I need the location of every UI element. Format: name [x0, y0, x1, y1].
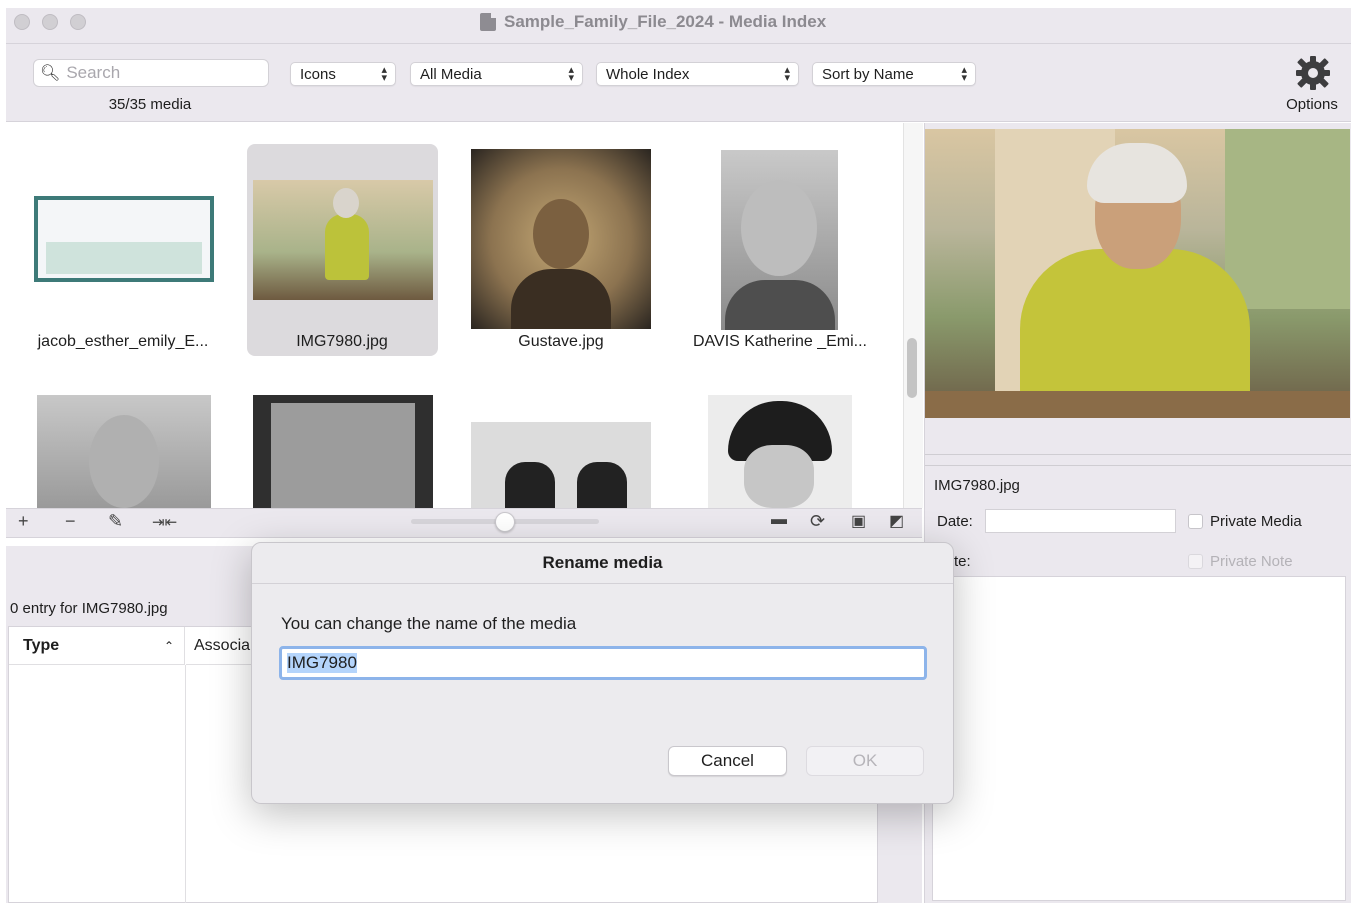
thumbnail-label: IMG7980.jpg	[296, 333, 388, 350]
chevron-updown-icon: ▴ ▾	[381, 64, 387, 84]
note-field[interactable]	[932, 576, 1346, 901]
chevron-updown-icon: ▴ ▾	[784, 64, 790, 84]
zoom-window-button[interactable]	[70, 14, 86, 30]
options-label: Options	[1286, 96, 1338, 113]
zoom-slider-knob[interactable]	[495, 512, 515, 532]
view-mode-select[interactable]: Icons ▴ ▾	[290, 62, 396, 86]
media-thumbnail-two-men[interactable]	[471, 422, 651, 508]
add-icon[interactable]: +	[18, 511, 29, 532]
private-media-label: Private Media	[1210, 513, 1302, 530]
cancel-button[interactable]: Cancel	[668, 746, 787, 776]
media-thumbnail-young-woman[interactable]	[708, 395, 852, 508]
media-count: 35/35 media	[108, 96, 192, 113]
selected-filename: IMG7980.jpg	[934, 477, 1020, 494]
media-filter-select[interactable]: All Media ▴ ▾	[410, 62, 583, 86]
dialog-title: Rename media	[542, 553, 663, 572]
document-icon	[480, 13, 496, 31]
private-media-checkbox[interactable]	[1188, 514, 1203, 529]
search-input[interactable]: 🔍︎ Search	[33, 59, 269, 87]
pencil-icon[interactable]: ✎	[108, 511, 123, 532]
sort-ascending-icon: ⌃	[163, 638, 174, 653]
media-thumbnail-davis[interactable]	[721, 150, 838, 330]
date-label: Date:	[937, 513, 973, 530]
view-mode-value: Icons	[300, 65, 336, 83]
media-thumbnail-gustave[interactable]	[471, 149, 651, 329]
media-preview	[925, 129, 1350, 418]
grid-scroll-thumb[interactable]	[907, 338, 917, 398]
media-filter-value: All Media	[420, 65, 482, 83]
window-title: Sample_Family_File_2024 - Media Index	[480, 12, 826, 32]
edit-external-icon[interactable]: ◩	[889, 511, 904, 531]
rename-input[interactable]: IMG7980	[279, 646, 927, 680]
close-window-button[interactable]	[14, 14, 30, 30]
media-thumbnail-img7980[interactable]	[253, 180, 433, 300]
column-header-type[interactable]: Type ⌃	[9, 627, 185, 665]
folder-icon[interactable]: ▬	[771, 511, 787, 529]
note-label: te:	[954, 553, 971, 570]
remove-icon[interactable]: −	[65, 511, 76, 532]
options-gear-icon[interactable]	[1289, 53, 1337, 90]
private-note-checkbox[interactable]	[1188, 554, 1203, 569]
media-thumbnail-document[interactable]	[34, 196, 214, 282]
thumbnail-label: jacob_esther_emily_E...	[37, 333, 209, 350]
search-placeholder: Search	[66, 63, 121, 82]
dialog-separator	[252, 583, 953, 584]
refresh-icon[interactable]: ⟳	[810, 511, 825, 532]
scope-value: Whole Index	[606, 65, 690, 83]
thumbnail-label: Gustave.jpg	[518, 333, 604, 350]
search-icon: 🔍︎	[40, 65, 61, 82]
split-divider[interactable]	[925, 454, 1351, 466]
scope-select[interactable]: Whole Index ▴ ▾	[596, 62, 799, 86]
chevron-updown-icon: ▴ ▾	[568, 64, 574, 84]
column-header-type-label: Type	[23, 636, 60, 654]
entries-count: 0 entry for IMG7980.jpg	[10, 600, 168, 617]
sort-select[interactable]: Sort by Name ▴ ▾	[812, 62, 976, 86]
media-thumbnail-couple[interactable]	[253, 395, 433, 508]
grid-scrollbar[interactable]	[903, 123, 923, 508]
save-icon[interactable]: ▣	[851, 511, 866, 531]
thumbnail-label: DAVIS Katherine _Emi...	[693, 333, 867, 350]
dialog-message: You can change the name of the media	[281, 614, 577, 633]
minimize-window-button[interactable]	[42, 14, 58, 30]
date-field[interactable]	[985, 509, 1176, 533]
media-thumbnail-portrait[interactable]	[37, 395, 211, 508]
chevron-updown-icon: ▴ ▾	[961, 64, 967, 84]
merge-icon[interactable]: ⇥⇤	[152, 513, 177, 531]
ok-button[interactable]: OK	[806, 746, 924, 776]
rename-input-value: IMG7980	[287, 653, 357, 673]
private-note-label: Private Note	[1210, 553, 1293, 570]
column-divider	[185, 665, 186, 903]
sort-value: Sort by Name	[822, 65, 914, 83]
window-title-text: Sample_Family_File_2024 - Media Index	[504, 12, 827, 31]
column-header-associated-label: Associa	[194, 636, 251, 654]
